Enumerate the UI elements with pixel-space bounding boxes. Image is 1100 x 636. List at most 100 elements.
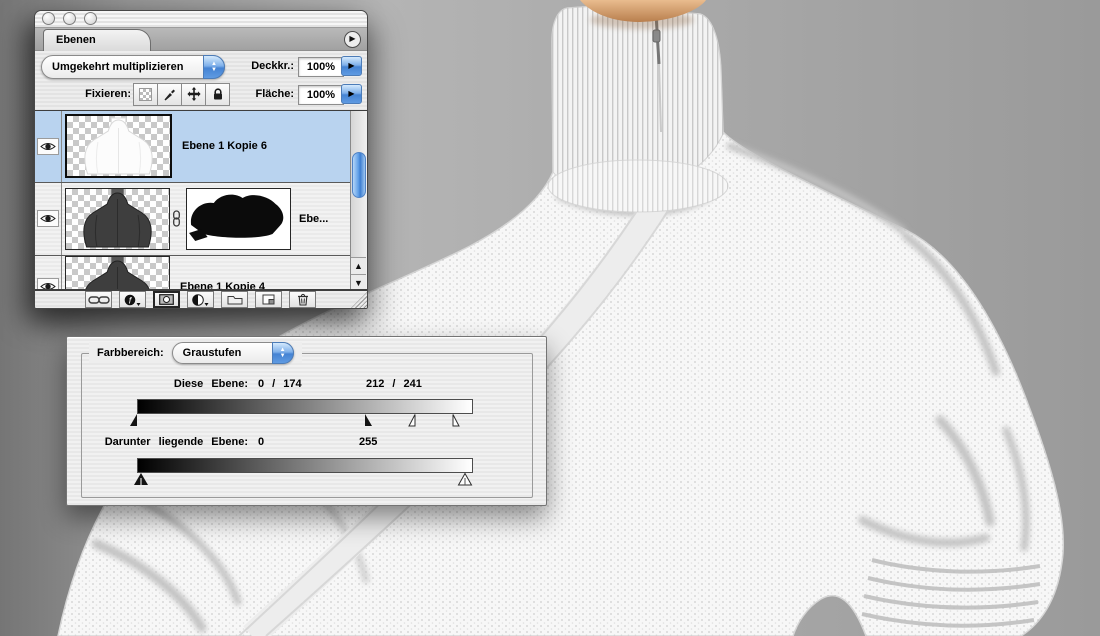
tab-ebenen[interactable]: Ebenen	[43, 29, 151, 51]
adjustment-layer-button[interactable]	[187, 291, 214, 308]
lock-icon	[212, 88, 224, 101]
minimize-button[interactable]	[63, 12, 76, 25]
lock-transparency-button[interactable]	[133, 83, 158, 106]
scroll-down-icon: ▼	[354, 278, 363, 288]
scrollbar-thumb[interactable]	[352, 152, 366, 198]
underlying-layer-label: Darunter liegende Ebene:	[87, 436, 248, 448]
layer-thumbnail[interactable]	[65, 256, 170, 290]
this-layer-label: Diese Ebene:	[127, 378, 248, 390]
lock-label: Fixieren:	[73, 88, 131, 100]
fill-slider-button[interactable]: ▶	[341, 84, 362, 104]
layer-row-with-mask[interactable]: Ebe...	[35, 183, 350, 256]
underlying-white-value: 255	[359, 436, 377, 448]
underlying-black-value: 0	[258, 436, 264, 448]
close-button[interactable]	[42, 12, 55, 25]
adjustment-half-circle-icon	[192, 294, 209, 306]
palette-tabstrip: Ebenen ▶	[35, 28, 367, 51]
delete-layer-button[interactable]	[289, 291, 316, 308]
visibility-cell[interactable]	[35, 183, 62, 255]
new-layer-icon	[262, 294, 275, 305]
move-icon	[187, 87, 201, 101]
chain-icon	[88, 295, 110, 305]
eye-toggle[interactable]	[37, 138, 59, 155]
zoom-button[interactable]	[84, 12, 97, 25]
this-layer-white-values: 212 / 241	[366, 378, 422, 390]
palette-menu-button[interactable]: ▶	[344, 31, 361, 48]
layer-style-button[interactable]: f	[119, 291, 146, 308]
opacity-field[interactable]	[298, 57, 344, 77]
blend-if-dialog: Farbbereich: Graustufen ▲▼ Diese Ebene: …	[66, 336, 547, 506]
fill-label: Fläche:	[238, 88, 294, 100]
lock-button-group	[134, 83, 230, 106]
stepper-icon: ▲▼	[203, 55, 225, 79]
eye-icon	[40, 141, 56, 152]
underlying-black-handle[interactable]	[133, 472, 149, 486]
eye-toggle[interactable]	[37, 210, 59, 227]
layer-mask-thumbnail[interactable]	[186, 188, 291, 250]
fill-field[interactable]	[298, 85, 344, 105]
layer-name[interactable]: Ebene 1 Kopie 6	[182, 140, 267, 152]
this-layer-black-values: 0 / 174	[258, 378, 302, 390]
palette-bottom-bar: f	[35, 290, 367, 308]
arrow-right-icon: ▶	[348, 89, 354, 98]
transparency-checker-icon	[139, 88, 152, 101]
mask-blob	[187, 189, 290, 249]
link-mask-icon[interactable]	[172, 210, 181, 227]
layer-row-ebene-1-kopie-4[interactable]: Ebene 1 Kopie 4	[35, 256, 350, 290]
photoshop-workspace: Ebenen ▶ Umgekehrt multiplizieren ▲▼ Dec…	[0, 0, 1100, 636]
brush-icon	[163, 88, 176, 101]
eye-icon	[40, 281, 56, 290]
this-layer-white-right-handle[interactable]	[445, 413, 461, 427]
stepper-icon: ▲▼	[272, 342, 294, 364]
palette-controls: Umgekehrt multiplizieren ▲▼ Deckkr.: ▶ F…	[35, 51, 367, 110]
underlying-gradient-bar	[137, 458, 473, 473]
blend-range-header: Farbbereich: Graustufen ▲▼	[89, 342, 302, 363]
dark-sweater-thumb	[66, 257, 169, 290]
scroll-up-icon: ▲	[354, 261, 363, 271]
layer-thumbnail[interactable]	[65, 188, 170, 250]
opacity-label: Deckkr.:	[230, 60, 294, 72]
layer-name[interactable]: Ebe...	[299, 213, 328, 225]
underlying-white-handle[interactable]	[457, 472, 473, 486]
white-sweater-thumb	[67, 116, 170, 176]
blend-mode-select[interactable]: Umgekehrt multiplizieren ▲▼	[41, 55, 225, 79]
scroll-up-button[interactable]: ▲	[351, 257, 366, 275]
menu-arrow-icon: ▶	[349, 35, 355, 43]
visibility-cell[interactable]	[35, 111, 62, 182]
eye-toggle[interactable]	[37, 278, 59, 290]
blend-range-label: Farbbereich:	[97, 347, 164, 359]
resize-grip[interactable]	[351, 292, 367, 308]
channel-select[interactable]: Graustufen ▲▼	[172, 342, 294, 364]
add-layer-mask-button[interactable]	[153, 291, 180, 308]
layer-list-scrollbar[interactable]: ▲ ▼	[350, 111, 367, 290]
dark-sweater-thumb	[66, 189, 169, 249]
folder-icon	[227, 294, 243, 305]
this-layer-gradient-bar	[137, 399, 473, 414]
lock-position-button[interactable]	[181, 83, 206, 106]
channel-value: Graustufen	[173, 347, 272, 359]
arrow-right-icon: ▶	[348, 61, 354, 70]
eye-icon	[40, 213, 56, 224]
layer-list: Ebene 1 Kopie 6	[35, 110, 367, 290]
layer-mask-icon	[159, 294, 174, 305]
new-layer-set-button[interactable]	[221, 291, 248, 308]
layer-style-fx-icon: f	[124, 294, 141, 306]
new-layer-button[interactable]	[255, 291, 282, 308]
lock-all-button[interactable]	[205, 83, 230, 106]
layers-palette-window: Ebenen ▶ Umgekehrt multiplizieren ▲▼ Dec…	[34, 10, 368, 309]
layer-thumbnail[interactable]	[65, 114, 172, 178]
tab-label: Ebenen	[56, 34, 96, 46]
palette-titlebar[interactable]	[35, 11, 367, 28]
trash-icon	[297, 293, 309, 306]
this-layer-black-left-handle[interactable]	[129, 413, 145, 427]
layer-row-ebene-1-kopie-6[interactable]: Ebene 1 Kopie 6	[35, 111, 350, 183]
layer-name[interactable]: Ebene 1 Kopie 4	[180, 281, 265, 290]
this-layer-black-right-handle[interactable]	[357, 413, 373, 427]
link-layers-button[interactable]	[85, 291, 112, 308]
lock-pixels-button[interactable]	[157, 83, 182, 106]
this-layer-white-left-handle[interactable]	[407, 413, 423, 427]
opacity-slider-button[interactable]: ▶	[341, 56, 362, 76]
scroll-down-button[interactable]: ▼	[351, 274, 366, 290]
visibility-cell[interactable]	[35, 256, 62, 290]
blend-mode-value: Umgekehrt multiplizieren	[42, 61, 203, 73]
